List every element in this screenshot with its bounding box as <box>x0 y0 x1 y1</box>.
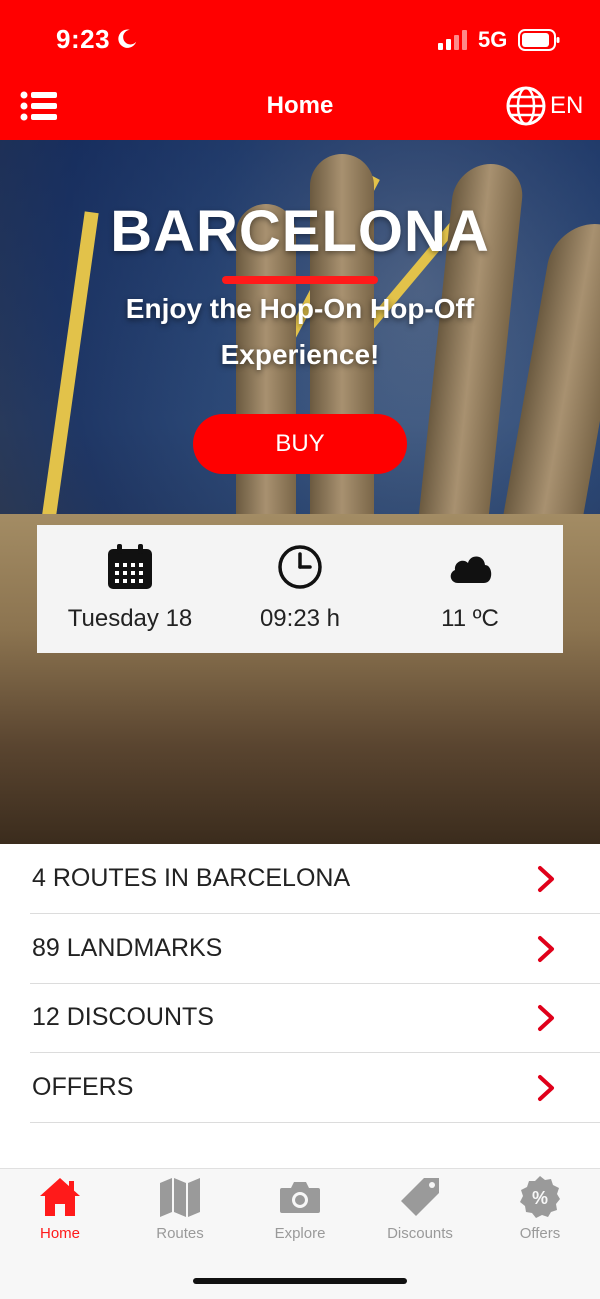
list-item-offers[interactable]: OFFERS <box>30 1053 600 1123</box>
list-item-label: 12 DISCOUNTS <box>32 1003 214 1031</box>
globe-icon <box>506 86 546 126</box>
app-header: 9:23 5G Home EN <box>0 0 600 140</box>
tab-home[interactable]: Home <box>0 1169 120 1249</box>
tab-label: Explore <box>274 1225 326 1242</box>
moon-icon <box>118 29 137 48</box>
tab-offers[interactable]: % Offers <box>480 1169 600 1249</box>
info-card: Tuesday 18 09:23 h 11 ºC <box>37 525 563 653</box>
list-item-landmarks[interactable]: 89 LANDMARKS <box>30 914 600 984</box>
tab-label: Routes <box>156 1225 204 1242</box>
date-info: Tuesday 18 <box>42 525 218 653</box>
svg-text:%: % <box>532 1188 548 1208</box>
status-time: 9:23 <box>56 24 111 54</box>
tab-label: Offers <box>519 1225 561 1242</box>
date-label: Tuesday 18 <box>67 605 193 632</box>
chevron-right-icon <box>538 1075 554 1101</box>
list-item-routes[interactable]: 4 ROUTES IN BARCELONA <box>30 844 600 914</box>
tab-label: Discounts <box>387 1225 453 1242</box>
home-icon <box>40 1178 80 1216</box>
tab-routes[interactable]: Routes <box>120 1169 240 1249</box>
battery-icon <box>518 29 560 51</box>
map-icon <box>160 1178 200 1217</box>
temperature-label: 11 ºC <box>441 605 499 632</box>
tab-discounts[interactable]: Discounts <box>360 1169 480 1249</box>
calendar-icon <box>108 544 152 589</box>
chevron-right-icon <box>538 1005 554 1031</box>
list-item-label: 89 LANDMARKS <box>32 934 223 962</box>
list-item-label: 4 ROUTES IN BARCELONA <box>32 864 351 892</box>
network-label: 5G <box>478 27 508 52</box>
language-selector[interactable]: EN <box>506 86 590 128</box>
chevron-right-icon <box>538 866 554 892</box>
chevron-right-icon <box>538 936 554 962</box>
time-label: 09:23 h <box>259 605 341 632</box>
city-title: BARCELONA <box>110 199 490 264</box>
percent-badge-icon: % <box>520 1176 560 1218</box>
hero-banner: BARCELONA Enjoy the Hop-On Hop-Off Exper… <box>0 140 600 844</box>
home-indicator <box>193 1278 407 1284</box>
buy-button[interactable]: BUY <box>193 414 407 474</box>
tag-icon <box>401 1178 439 1216</box>
cloud-icon <box>450 556 492 583</box>
list-item-label: OFFERS <box>32 1073 134 1101</box>
language-label: EN <box>550 92 584 119</box>
clock-icon <box>278 545 322 589</box>
list-item-discounts[interactable]: 12 DISCOUNTS <box>30 983 600 1053</box>
tab-label: Home <box>39 1225 80 1242</box>
tab-explore[interactable]: Explore <box>240 1169 360 1249</box>
title-underline <box>222 276 378 284</box>
time-info: 09:23 h <box>212 525 388 653</box>
camera-icon <box>280 1182 320 1213</box>
hero-tagline: Enjoy the Hop-On Hop-Off Experience! <box>125 293 475 370</box>
cellular-signal-icon <box>438 30 467 50</box>
weather-info: 11 ºC <box>382 525 558 653</box>
